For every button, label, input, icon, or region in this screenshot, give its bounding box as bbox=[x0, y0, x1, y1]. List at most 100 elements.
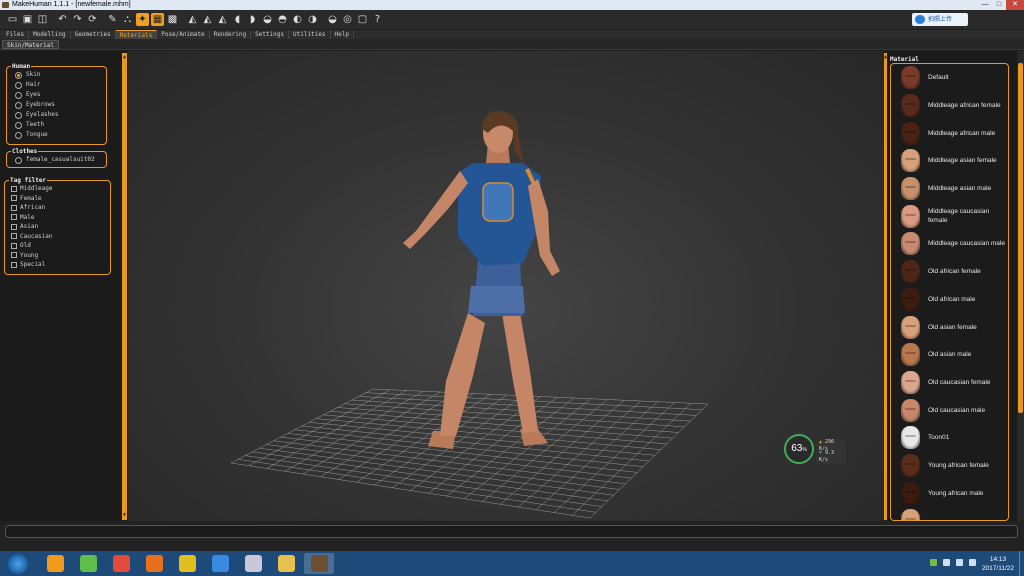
tool-21-icon[interactable]: ◎ bbox=[341, 13, 354, 26]
material-item[interactable] bbox=[891, 507, 1008, 520]
clock[interactable]: 14:13 2017/11/22 bbox=[982, 555, 1014, 573]
human-figure[interactable] bbox=[403, 110, 560, 449]
makehuman-taskbar-button[interactable] bbox=[304, 553, 334, 574]
reset-camera-icon[interactable]: ◓ bbox=[276, 13, 289, 26]
wireframe-icon[interactable]: ✎ bbox=[106, 13, 119, 26]
top-view-icon[interactable]: ◗ bbox=[246, 13, 259, 26]
chrome-taskbar-button[interactable] bbox=[106, 553, 136, 574]
help-icon[interactable]: ◑ bbox=[306, 13, 319, 26]
tool-20-icon[interactable]: ◒ bbox=[326, 13, 339, 26]
human-option-skin[interactable]: Skin bbox=[7, 70, 106, 80]
left-panel-scrollbar[interactable]: ▲ ▼ bbox=[122, 53, 127, 520]
undo-icon[interactable]: ↶ bbox=[56, 13, 69, 26]
material-item[interactable]: Toon01 bbox=[891, 424, 1008, 452]
tab-settings[interactable]: Settings bbox=[251, 30, 289, 39]
tab-geometries[interactable]: Geometries bbox=[71, 30, 116, 39]
material-item[interactable]: Old asian female bbox=[891, 313, 1008, 341]
human-option-hair[interactable]: Hair bbox=[7, 80, 106, 90]
net-monitor-widget[interactable]: 63% ▲ 296 K/s ▼ 9.3 K/s bbox=[784, 434, 846, 468]
tab-pose-animate[interactable]: Pose/Animate bbox=[157, 30, 210, 39]
tag-filter-african[interactable]: African bbox=[3, 203, 108, 213]
start-button[interactable] bbox=[2, 552, 34, 575]
material-item[interactable]: Middleage asian male bbox=[891, 175, 1008, 203]
radio-button[interactable] bbox=[15, 71, 22, 79]
paint-taskbar-button[interactable] bbox=[238, 553, 268, 574]
radio-button[interactable] bbox=[15, 121, 22, 129]
3d-viewport[interactable]: 63% ▲ 296 K/s ▼ 9.3 K/s bbox=[128, 51, 884, 521]
bottom-view-icon[interactable]: ◒ bbox=[261, 13, 274, 26]
tool-22-icon[interactable]: ▢ bbox=[356, 13, 369, 26]
checkbox[interactable] bbox=[11, 233, 17, 240]
tab-materials[interactable]: Materials bbox=[115, 30, 158, 39]
checkbox[interactable] bbox=[11, 242, 17, 249]
tab-modelling[interactable]: Modelling bbox=[29, 30, 71, 39]
tab-files[interactable]: Files bbox=[2, 30, 30, 39]
scroll-down-icon[interactable]: ▼ bbox=[122, 513, 127, 518]
tag-filter-asian[interactable]: Asian bbox=[3, 222, 108, 232]
back-view-icon[interactable]: ◭ bbox=[201, 13, 214, 26]
checkbox[interactable] bbox=[11, 223, 17, 230]
tab-rendering[interactable]: Rendering bbox=[210, 30, 252, 39]
radio-button[interactable] bbox=[15, 156, 22, 164]
front-view-icon[interactable]: ◭ bbox=[186, 13, 199, 26]
material-item[interactable]: Middleage african male bbox=[891, 119, 1008, 147]
material-item[interactable]: Default bbox=[891, 64, 1008, 92]
checkbox[interactable] bbox=[11, 204, 17, 211]
folder-taskbar-button[interactable] bbox=[271, 553, 301, 574]
material-item[interactable]: Young african female bbox=[891, 452, 1008, 480]
tag-filter-female[interactable]: Female bbox=[3, 194, 108, 204]
tab-help[interactable]: Help bbox=[331, 30, 354, 39]
show-desktop-button[interactable] bbox=[1019, 551, 1024, 576]
scrollbar-thumb[interactable] bbox=[1018, 63, 1023, 413]
clothes-option[interactable]: female_casualsuit02 bbox=[7, 155, 106, 165]
material-item[interactable]: Middleage asian female bbox=[891, 147, 1008, 175]
tag-filter-male[interactable]: Male bbox=[3, 213, 108, 223]
human-option-eyelashes[interactable]: Eyelashes bbox=[7, 110, 106, 120]
right-panel-scrollbar[interactable]: ▲ bbox=[884, 53, 887, 520]
right-view-icon[interactable]: ◖ bbox=[231, 13, 244, 26]
human-option-eyes[interactable]: Eyes bbox=[7, 90, 106, 100]
save-icon[interactable]: ▣ bbox=[21, 13, 34, 26]
volume-icon[interactable] bbox=[956, 559, 963, 566]
screenshot-icon[interactable]: ◐ bbox=[291, 13, 304, 26]
checkbox[interactable] bbox=[11, 185, 17, 192]
scroll-up-icon[interactable]: ▲ bbox=[122, 55, 127, 60]
smooth-icon[interactable]: ⛬ bbox=[121, 13, 134, 26]
human-option-teeth[interactable]: Teeth bbox=[7, 120, 106, 130]
baidu-cloud-taskbar-button[interactable] bbox=[205, 553, 235, 574]
skeleton-icon[interactable]: ▦ bbox=[151, 13, 164, 26]
tab-skin-material[interactable]: Skin/Material bbox=[2, 40, 59, 49]
radio-button[interactable] bbox=[15, 131, 22, 139]
checkbox[interactable] bbox=[11, 214, 17, 221]
subdivide-icon[interactable]: ▩ bbox=[166, 13, 179, 26]
wechat-taskbar-button[interactable] bbox=[73, 553, 103, 574]
material-item[interactable]: Young african male bbox=[891, 479, 1008, 507]
pose-icon[interactable]: ✦ bbox=[136, 13, 149, 26]
radio-button[interactable] bbox=[15, 91, 22, 99]
ime-icon[interactable] bbox=[969, 559, 976, 566]
material-item[interactable]: Middleage caucasian male bbox=[891, 230, 1008, 258]
tag-filter-young[interactable]: Young bbox=[3, 251, 108, 261]
nvidia-icon[interactable] bbox=[930, 559, 937, 566]
material-scrollbar[interactable] bbox=[1017, 51, 1024, 521]
redo-icon[interactable]: ↷ bbox=[71, 13, 84, 26]
tag-filter-special[interactable]: Special bbox=[3, 260, 108, 270]
radio-button[interactable] bbox=[15, 101, 22, 109]
network-icon[interactable] bbox=[943, 559, 950, 566]
material-item[interactable]: Old african male bbox=[891, 286, 1008, 314]
minimize-button[interactable]: — bbox=[978, 0, 992, 10]
tab-utilities[interactable]: Utilities bbox=[289, 30, 331, 39]
radio-button[interactable] bbox=[15, 111, 22, 119]
material-item[interactable]: Old african female bbox=[891, 258, 1008, 286]
scroll-up-icon[interactable]: ▲ bbox=[884, 55, 887, 60]
window-icon[interactable]: ▭ bbox=[6, 13, 19, 26]
tag-filter-old[interactable]: Old bbox=[3, 241, 108, 251]
export-icon[interactable]: ◫ bbox=[36, 13, 49, 26]
material-item[interactable]: Old asian male bbox=[891, 341, 1008, 369]
tag-filter-middleage[interactable]: Middleage bbox=[3, 184, 108, 194]
left-view-icon[interactable]: ◭ bbox=[216, 13, 229, 26]
reset-icon[interactable]: ⟳ bbox=[86, 13, 99, 26]
checkbox[interactable] bbox=[11, 195, 17, 202]
tool-23-icon[interactable]: ? bbox=[371, 13, 384, 26]
tag-filter-caucasian[interactable]: Caucasian bbox=[3, 232, 108, 242]
